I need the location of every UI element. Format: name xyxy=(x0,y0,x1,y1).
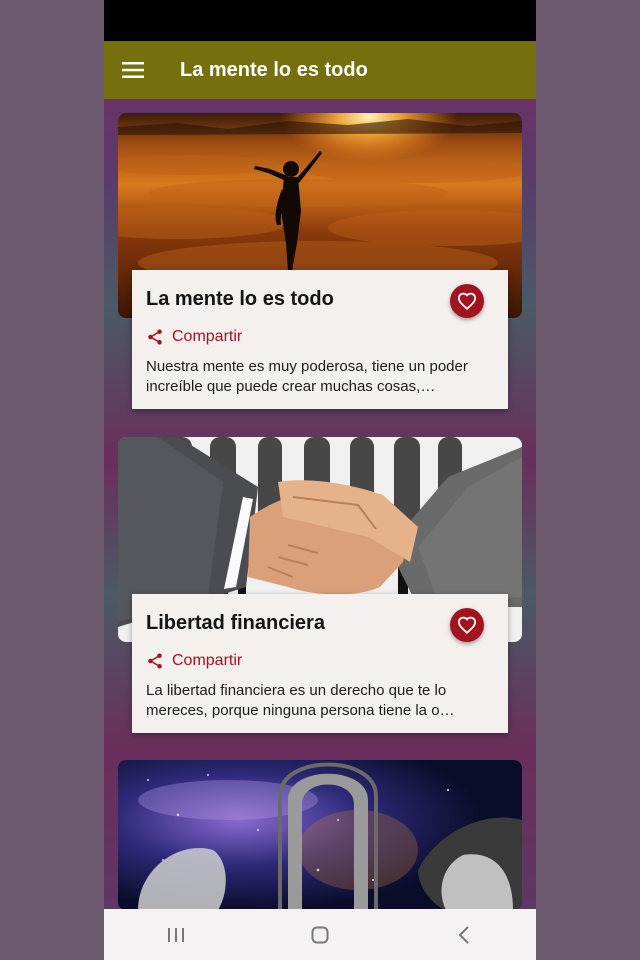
share-button[interactable]: Compartir xyxy=(146,652,242,670)
share-button[interactable]: Compartir xyxy=(146,328,242,346)
share-label: Compartir xyxy=(172,652,243,669)
recents-button[interactable] xyxy=(146,915,206,955)
app-bar: La mente lo es todo xyxy=(104,41,536,99)
recents-icon xyxy=(168,927,184,942)
favorite-button[interactable] xyxy=(450,608,484,642)
card-description: Nuestra mente es muy poderosa, tiene un … xyxy=(146,358,468,395)
system-navigation-bar xyxy=(104,909,536,960)
share-label: Compartir xyxy=(172,328,243,345)
heart-icon xyxy=(457,616,477,634)
app-screen: La mente lo es todo La mente lo es todo … xyxy=(104,0,536,960)
home-button[interactable] xyxy=(290,915,350,955)
status-bar xyxy=(104,0,536,41)
card-content: La mente lo es todo Compartir Nuestra me… xyxy=(132,270,508,409)
cosmic-portal-image xyxy=(118,760,522,910)
share-icon xyxy=(148,329,162,345)
back-icon xyxy=(458,925,469,944)
card-title: Libertad financiera xyxy=(146,612,325,634)
hamburger-menu-icon xyxy=(122,62,144,78)
card-image-cosmic[interactable] xyxy=(118,760,522,910)
menu-button[interactable] xyxy=(104,41,162,99)
favorite-button[interactable] xyxy=(450,284,484,318)
card-description: La libertad financiera es un derecho que… xyxy=(146,682,455,719)
card-title: La mente lo es todo xyxy=(146,288,334,310)
heart-icon xyxy=(457,292,477,310)
back-button[interactable] xyxy=(434,915,494,955)
app-title: La mente lo es todo xyxy=(180,58,368,81)
home-icon xyxy=(311,926,329,943)
card-content: Libertad financiera Compartir La liberta… xyxy=(132,594,508,733)
share-icon xyxy=(148,653,162,669)
